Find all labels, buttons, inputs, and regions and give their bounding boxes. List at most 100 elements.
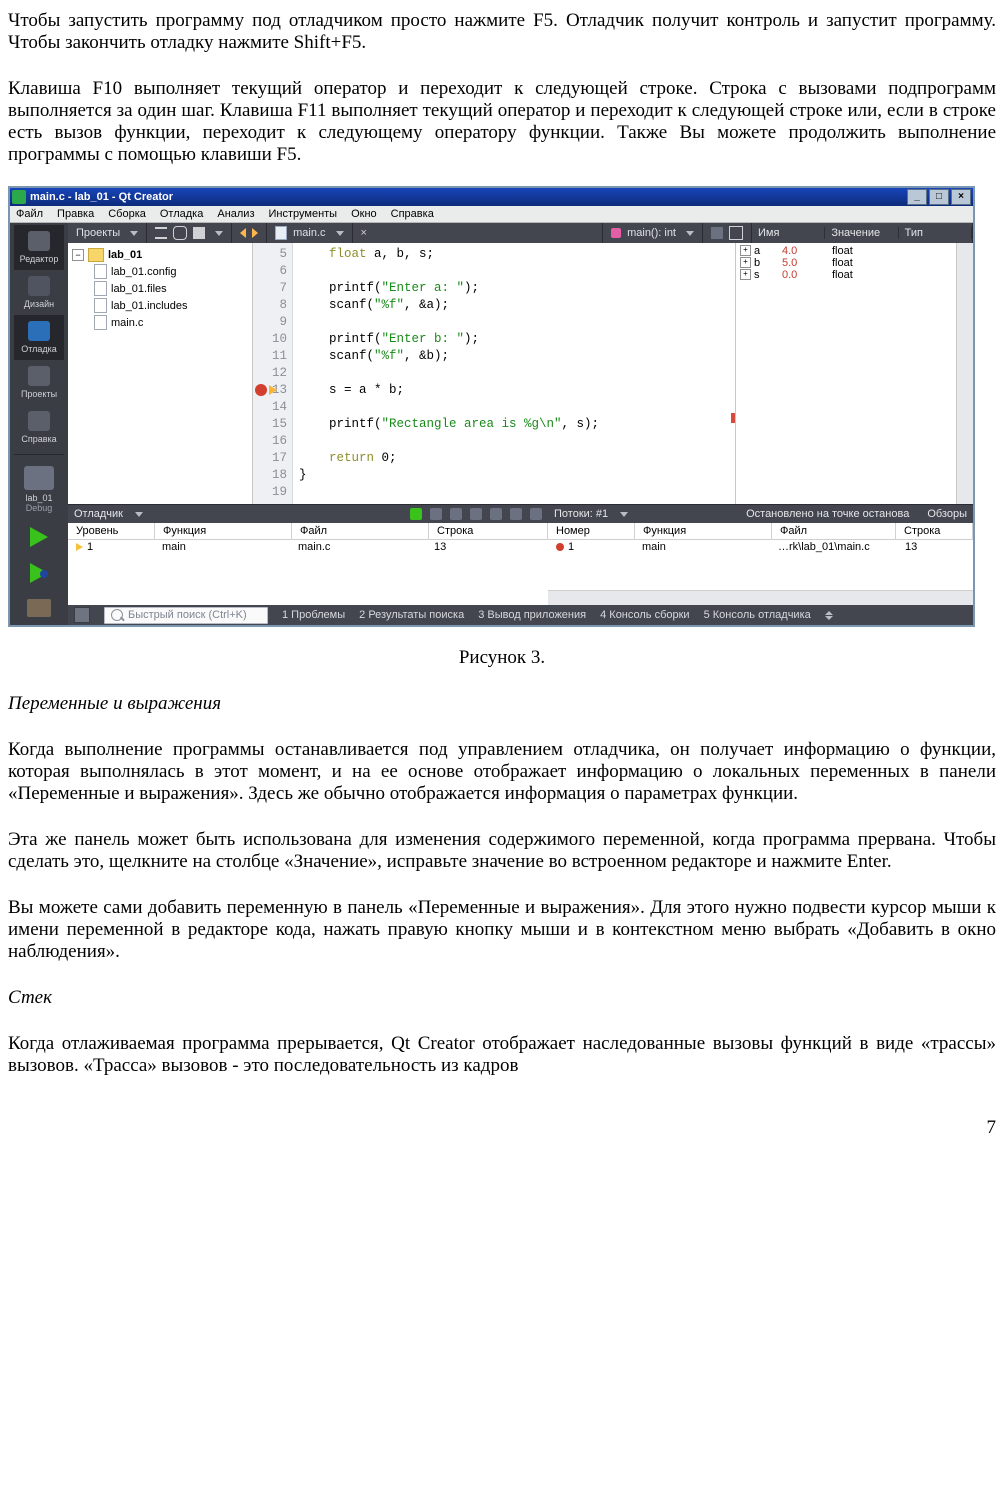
menu-window[interactable]: Окно bbox=[351, 208, 377, 220]
breakpoint-row[interactable]: 1 main …rk\lab_01\main.c 13 bbox=[548, 540, 973, 554]
mode-debug[interactable]: Отладка bbox=[14, 315, 64, 360]
symbol-combo[interactable]: main(): int bbox=[627, 227, 676, 239]
paragraph: Эта же панель может быть использована дл… bbox=[8, 829, 996, 873]
expand-icon[interactable]: + bbox=[740, 269, 751, 280]
stop-icon[interactable] bbox=[530, 508, 542, 520]
menu-analyze[interactable]: Анализ bbox=[217, 208, 254, 220]
vars-col-name[interactable]: Имя bbox=[752, 227, 825, 239]
stack-row[interactable]: 1 main main.c 13 bbox=[68, 540, 548, 554]
stack-col-func[interactable]: Функция bbox=[155, 523, 292, 539]
close-doc-icon[interactable]: × bbox=[361, 227, 373, 239]
step-out-icon[interactable] bbox=[490, 508, 502, 520]
menu-edit[interactable]: Правка bbox=[57, 208, 94, 220]
open-file-label[interactable]: main.c bbox=[293, 227, 325, 239]
monitor-icon bbox=[24, 466, 54, 490]
restart-icon[interactable] bbox=[510, 508, 522, 520]
pause-icon[interactable] bbox=[430, 508, 442, 520]
tree-root[interactable]: lab_01 bbox=[108, 249, 142, 261]
stack-col-file[interactable]: Файл bbox=[292, 523, 429, 539]
build-button[interactable] bbox=[27, 599, 51, 617]
output-pane-4[interactable]: 4 Консоль сборки bbox=[600, 609, 689, 621]
close-button[interactable]: × bbox=[951, 189, 971, 205]
output-nav-icon[interactable] bbox=[825, 611, 833, 620]
page-number: 7 bbox=[8, 1117, 996, 1139]
output-pane-1[interactable]: 1 Проблемы bbox=[282, 609, 345, 621]
stack-col-level[interactable]: Уровень bbox=[68, 523, 155, 539]
sidebar-toggle-icon[interactable] bbox=[74, 607, 90, 623]
link-icon[interactable] bbox=[173, 226, 187, 240]
tree-file[interactable]: lab_01.files bbox=[111, 283, 167, 295]
mode-projects[interactable]: Проекты bbox=[14, 360, 64, 405]
current-frame-icon bbox=[76, 543, 83, 551]
output-pane-3[interactable]: 3 Вывод приложения bbox=[478, 609, 586, 621]
paragraph: Когда отлаживаемая программа прерывается… bbox=[8, 1033, 996, 1077]
breakpoint-marker-icon[interactable] bbox=[255, 384, 267, 396]
split-icon[interactable] bbox=[193, 227, 205, 239]
wrench-icon bbox=[28, 366, 50, 386]
mode-rail: Редактор Дизайн Отладка Проекты Справка … bbox=[10, 223, 68, 625]
mode-help[interactable]: Справка bbox=[14, 405, 64, 450]
views-button[interactable]: Обзоры bbox=[927, 508, 967, 520]
var-value[interactable]: 4.0 bbox=[782, 245, 832, 257]
section-heading: Стек bbox=[8, 987, 996, 1009]
bp-col-file[interactable]: Файл bbox=[772, 523, 896, 539]
nav-back-icon[interactable] bbox=[240, 228, 246, 238]
var-value[interactable]: 5.0 bbox=[782, 257, 832, 269]
mode-editor[interactable]: Редактор bbox=[14, 225, 64, 270]
vars-col-type[interactable]: Тип bbox=[899, 227, 972, 239]
expand-icon[interactable]: + bbox=[740, 245, 751, 256]
step-into-icon[interactable] bbox=[470, 508, 482, 520]
locals-panel[interactable]: +a4.0float+b5.0float+s0.0float bbox=[735, 243, 956, 504]
maximize-button[interactable]: □ bbox=[929, 189, 949, 205]
window-titlebar[interactable]: main.c - lab_01 - Qt Creator _ □ × bbox=[10, 188, 973, 206]
menu-build[interactable]: Сборка bbox=[108, 208, 146, 220]
locator-input[interactable]: Быстрый поиск (Ctrl+K) bbox=[104, 607, 268, 624]
nav-forward-icon[interactable] bbox=[252, 228, 258, 238]
menu-debug[interactable]: Отладка bbox=[160, 208, 203, 220]
step-over-icon[interactable] bbox=[450, 508, 462, 520]
bp-col-func[interactable]: Функция bbox=[635, 523, 772, 539]
expand-icon[interactable]: + bbox=[740, 257, 751, 268]
design-icon bbox=[28, 276, 50, 296]
run-debug-button[interactable] bbox=[30, 563, 48, 583]
vars-row[interactable]: +a4.0float bbox=[736, 245, 956, 257]
editor-gutter[interactable]: 5678910111213141516171819 bbox=[253, 243, 293, 504]
editor-code-area[interactable]: float a, b, s; printf("Enter a: "); scan… bbox=[293, 243, 735, 504]
filter-icon[interactable] bbox=[155, 227, 167, 239]
menu-help[interactable]: Справка bbox=[391, 208, 434, 220]
bp-col-line[interactable]: Строка bbox=[896, 523, 973, 539]
var-name: a bbox=[754, 245, 782, 257]
var-value[interactable]: 0.0 bbox=[782, 269, 832, 281]
menu-file[interactable]: Файл bbox=[16, 208, 43, 220]
vars-row[interactable]: +s0.0float bbox=[736, 269, 956, 281]
stack-col-line[interactable]: Строка bbox=[429, 523, 548, 539]
mode-design[interactable]: Дизайн bbox=[14, 270, 64, 315]
vars-row[interactable]: +b5.0float bbox=[736, 257, 956, 269]
scrollbar[interactable] bbox=[956, 243, 973, 504]
expand-icon[interactable] bbox=[729, 226, 743, 240]
file-icon bbox=[94, 298, 107, 313]
continue-icon[interactable] bbox=[410, 508, 422, 520]
run-button[interactable] bbox=[30, 527, 48, 547]
tree-file[interactable]: lab_01.config bbox=[111, 266, 176, 278]
project-tree[interactable]: − lab_01 lab_01.config lab_01.files lab_0… bbox=[68, 243, 253, 504]
bp-col-num[interactable]: Номер bbox=[548, 523, 635, 539]
kit-selector[interactable]: lab_01 Debug bbox=[14, 466, 64, 519]
tree-file[interactable]: main.c bbox=[111, 317, 143, 329]
var-name: b bbox=[754, 257, 782, 269]
collapse-icon[interactable]: − bbox=[72, 249, 84, 261]
projects-combo[interactable]: Проекты bbox=[76, 227, 120, 239]
minimize-button[interactable]: _ bbox=[907, 189, 927, 205]
threads-combo[interactable]: Потоки: #1 bbox=[554, 508, 608, 520]
code-editor[interactable]: 5678910111213141516171819 float a, b, s;… bbox=[253, 243, 735, 504]
vars-col-value[interactable]: Значение bbox=[825, 227, 898, 239]
debugger-tab[interactable]: Отладчик bbox=[74, 508, 123, 520]
output-pane-2[interactable]: 2 Результаты поиска bbox=[359, 609, 464, 621]
split-h-icon[interactable] bbox=[711, 227, 723, 239]
section-heading: Переменные и выражения bbox=[8, 693, 996, 715]
menu-tools[interactable]: Инструменты bbox=[269, 208, 338, 220]
tree-file[interactable]: lab_01.includes bbox=[111, 300, 187, 312]
h-scrollbar[interactable] bbox=[548, 590, 973, 605]
output-pane-5[interactable]: 5 Консоль отладчика bbox=[704, 609, 811, 621]
file-icon bbox=[94, 281, 107, 296]
